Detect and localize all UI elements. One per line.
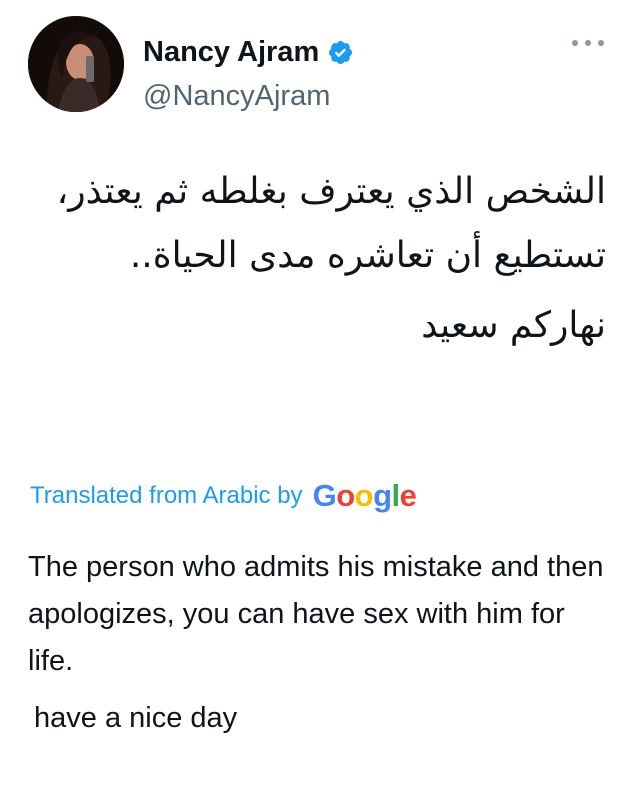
google-logo: Google <box>312 478 417 513</box>
more-options-icon[interactable] <box>570 38 606 48</box>
handle[interactable]: @NancyAjram <box>143 80 330 113</box>
translation-body: The person who admits his mistake and th… <box>28 551 604 677</box>
translated-from-label[interactable]: Translated from Arabic by <box>30 482 303 510</box>
arabic-greeting: نهاركم سعيد <box>421 305 606 346</box>
translation-attribution[interactable]: Translated from Arabic by Google <box>30 478 417 514</box>
display-name[interactable]: Nancy Ajram <box>143 36 319 69</box>
avatar-photo <box>28 16 124 112</box>
translation-greeting: have a nice day <box>34 702 238 734</box>
avatar[interactable] <box>28 16 124 112</box>
tweet-translation: The person who admits his mistake and th… <box>28 544 608 742</box>
arabic-body: الشخص الذي يعترف بغلطه ثم يعتذر، تستطيع … <box>56 171 606 276</box>
name-row: Nancy Ajram <box>143 36 354 69</box>
verified-badge-icon <box>329 40 353 65</box>
tweet-header: Nancy Ajram @NancyAjram <box>28 16 608 116</box>
tweet-text-arabic: الشخص الذي يعترف بغلطه ثم يعتذر، تستطيع … <box>40 160 606 358</box>
